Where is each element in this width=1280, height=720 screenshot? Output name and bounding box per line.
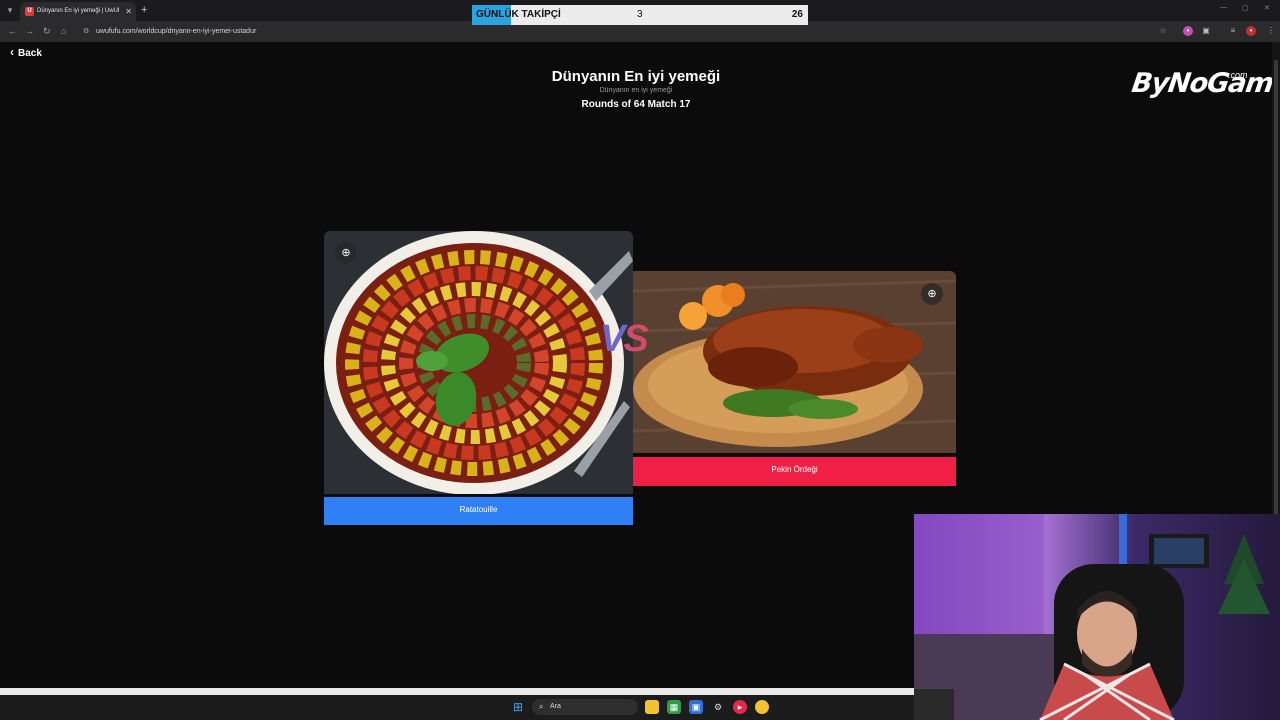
daily-follower-goal-bar: GÜNLÜK TAKİPÇİ 3 26 — [472, 5, 808, 25]
minimize-icon[interactable]: — — [1220, 4, 1227, 11]
ratatouille-illustration — [324, 231, 633, 494]
webcam-overlay — [914, 514, 1280, 720]
tab-title: Dünyanın En iyi yemeği | UwUFUFU — [37, 8, 119, 14]
goal-current: 3 — [637, 9, 643, 20]
back-arrow-icon[interactable]: ← — [8, 24, 17, 39]
versus-label: VS — [600, 318, 649, 361]
browser-menu-icon[interactable]: ⋮ — [1266, 26, 1276, 36]
vs-v: V — [600, 318, 625, 360]
vs-s: S — [623, 318, 648, 360]
chevron-left-icon: ‹ — [10, 45, 14, 59]
window-close-icon[interactable]: ✕ — [1264, 4, 1270, 12]
taskbar-search-label: Ara — [550, 703, 561, 710]
peking-duck-image[interactable]: ⊕ — [633, 271, 956, 453]
extensions-puzzle-icon[interactable]: ▣ — [1201, 26, 1211, 36]
tab-search-chevron-icon[interactable]: ▾ — [4, 3, 16, 17]
page-subtitle: Dünyanın en iyi yemeği — [599, 87, 673, 94]
search-icon: ⌕ — [539, 702, 544, 711]
maximize-icon[interactable]: ▢ — [1242, 4, 1249, 12]
round-info: Rounds of 64 Match 17 — [581, 99, 691, 110]
zoom-in-icon[interactable]: ⊕ — [335, 242, 357, 264]
streamer-webcam-image — [914, 514, 1280, 720]
bookmark-star-icon[interactable]: ☆ — [1158, 26, 1168, 36]
downloads-icon[interactable]: ≡ — [1228, 26, 1238, 36]
browser-tab[interactable]: U Dünyanın En iyi yemeği | UwUFUFU ✕ — [20, 2, 136, 21]
taskbar-search[interactable]: ⌕ Ara — [532, 699, 638, 715]
chrome-icon[interactable] — [755, 700, 769, 714]
page-title: Dünyanın En iyi yemeği — [551, 68, 721, 85]
file-explorer-icon[interactable] — [645, 700, 659, 714]
new-tab-icon[interactable]: + — [141, 2, 147, 18]
site-favicon: U — [25, 7, 34, 16]
spreadsheet-app-icon[interactable]: ▦ — [667, 700, 681, 714]
settings-icon[interactable]: ⚙ — [711, 700, 725, 714]
media-app-icon[interactable]: ▸ — [733, 700, 747, 714]
choice-button-peking-duck[interactable]: Pekin Ördeği — [633, 457, 956, 486]
goal-label: GÜNLÜK TAKİPÇİ — [476, 9, 561, 20]
back-button[interactable]: ‹ Back — [10, 45, 42, 59]
zoom-in-icon[interactable]: ⊕ — [921, 283, 943, 305]
back-label: Back — [18, 48, 42, 59]
close-tab-icon[interactable]: ✕ — [125, 2, 132, 21]
reload-icon[interactable]: ↻ — [43, 24, 51, 39]
ratatouille-image[interactable]: ⊕ — [324, 231, 633, 494]
site-info-icon[interactable]: ⚙ — [83, 27, 89, 35]
choice-button-ratatouille[interactable]: Ratatouille — [324, 497, 633, 525]
home-icon[interactable]: ⌂ — [61, 24, 66, 39]
profile-avatar[interactable]: • — [1246, 26, 1256, 36]
windows-start-icon[interactable]: ⊞ — [511, 700, 525, 714]
goal-target: 26 — [791, 9, 803, 20]
peking-duck-illustration — [633, 271, 956, 453]
extension-icon[interactable]: • — [1183, 26, 1193, 36]
bynogame-logo: ByNoGame — [1129, 68, 1280, 99]
url-field[interactable]: uwufufu.com/worldcup/dnyann-en-iyi-yemei… — [96, 25, 256, 38]
store-app-icon[interactable]: ▣ — [689, 700, 703, 714]
horizontal-scrollbar[interactable] — [0, 688, 914, 695]
logo-suffix: .com — [1228, 70, 1248, 80]
forward-arrow-icon[interactable]: → — [25, 24, 34, 39]
